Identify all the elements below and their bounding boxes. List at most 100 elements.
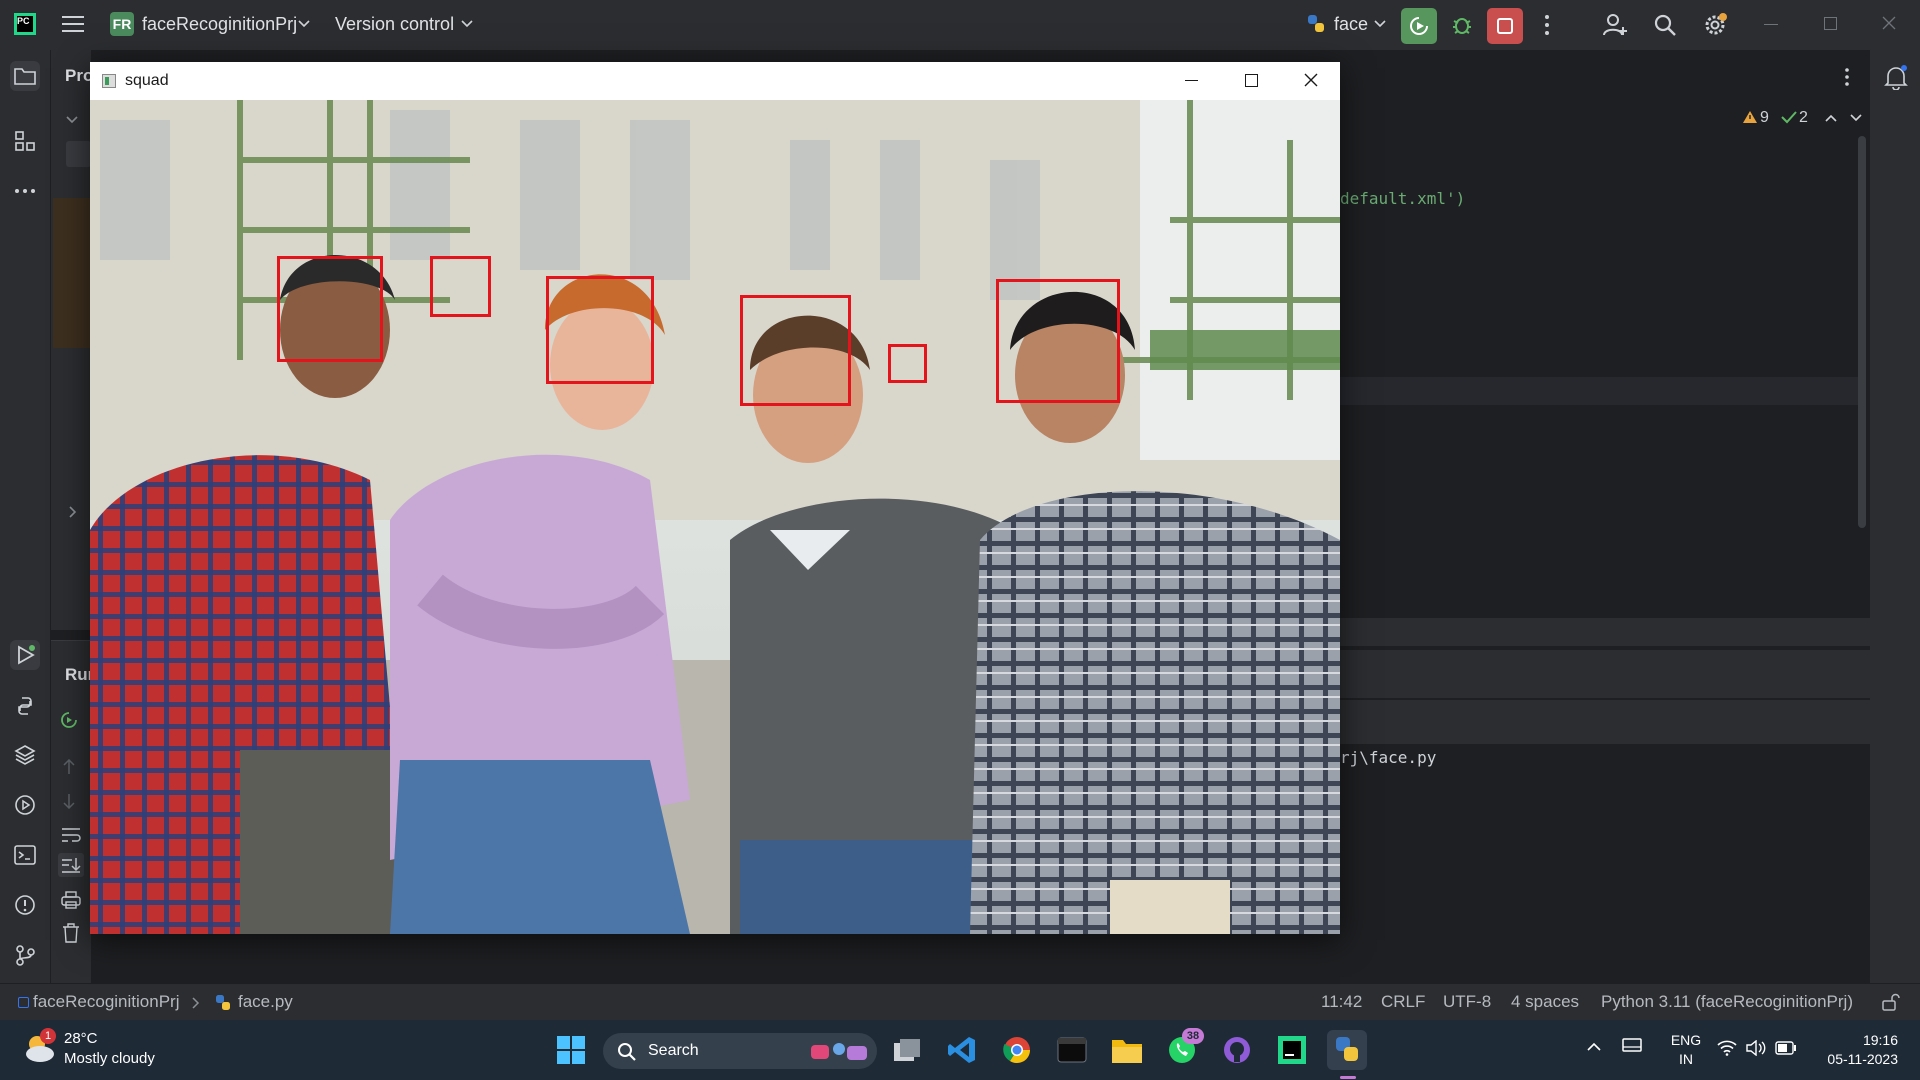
chevron-down-icon[interactable] xyxy=(1850,114,1862,122)
more-tools-icon[interactable] xyxy=(10,176,40,206)
squad-window[interactable]: squad xyxy=(90,62,1340,934)
task-view-icon[interactable] xyxy=(887,1030,927,1070)
chrome-icon[interactable] xyxy=(997,1030,1037,1070)
warning-count[interactable]: 9 xyxy=(1760,109,1769,127)
more-options-icon[interactable] xyxy=(1544,14,1550,36)
vscode-icon[interactable] xyxy=(942,1030,982,1070)
caret-row-highlight xyxy=(1340,377,1860,405)
face-detection-box xyxy=(430,256,491,317)
project-switcher[interactable]: faceRecoginitionPrj xyxy=(142,14,297,35)
clock-date[interactable]: 05-11-2023 xyxy=(1808,1051,1898,1067)
minimize-icon[interactable] xyxy=(1764,24,1778,25)
debug-icon[interactable] xyxy=(1450,13,1474,37)
run-tabs-bar xyxy=(1340,650,1870,698)
indent-setting[interactable]: 4 spaces xyxy=(1511,992,1579,1012)
stop-button[interactable] xyxy=(1487,8,1523,44)
unlock-icon[interactable] xyxy=(1882,993,1900,1011)
minimize-icon[interactable] xyxy=(1185,80,1198,81)
arrow-up-icon[interactable] xyxy=(63,759,75,775)
settings-gear-icon[interactable] xyxy=(1702,12,1728,38)
search-label: Search xyxy=(648,1042,699,1059)
chevron-up-icon[interactable] xyxy=(1825,114,1837,122)
scroll-to-end-icon[interactable] xyxy=(58,853,84,877)
ide-toolbar: PC FR faceRecoginitionPrj Version contro… xyxy=(0,0,1920,50)
file-encoding[interactable]: UTF-8 xyxy=(1443,992,1491,1012)
face-detection-box xyxy=(888,344,927,383)
windows-start-icon[interactable] xyxy=(551,1030,591,1070)
problems-icon[interactable] xyxy=(10,890,40,920)
chevron-down-icon[interactable] xyxy=(461,20,473,28)
wifi-icon[interactable] xyxy=(1717,1040,1737,1056)
check-count[interactable]: 2 xyxy=(1799,109,1808,127)
layers-icon[interactable] xyxy=(10,740,40,770)
structure-icon[interactable] xyxy=(10,126,40,156)
arrow-down-icon[interactable] xyxy=(63,793,75,809)
panel-divider xyxy=(1340,618,1870,646)
windows-taskbar: 1 28°C Mostly cloudy Search 38 ENG IN 19… xyxy=(0,1020,1920,1080)
rerun-button[interactable] xyxy=(1401,8,1437,44)
search-icon[interactable] xyxy=(1653,13,1677,37)
check-icon[interactable] xyxy=(1781,110,1797,124)
github-icon[interactable] xyxy=(1217,1030,1257,1070)
close-icon[interactable] xyxy=(1882,16,1896,30)
services-icon[interactable] xyxy=(10,790,40,820)
code-editor[interactable]: 9 2 default.xml') xyxy=(1340,50,1870,630)
tree-highlight xyxy=(53,198,91,348)
breadcrumb-project[interactable]: faceRecoginitionPrj xyxy=(33,992,179,1012)
run-output-line: rj\face.py xyxy=(1340,748,1437,767)
cursor-position[interactable]: 11:42 xyxy=(1321,992,1362,1012)
notifications-bell-icon[interactable] xyxy=(1884,64,1908,90)
weather-description[interactable]: Mostly cloudy xyxy=(64,1050,155,1067)
code-line: default.xml') xyxy=(1340,189,1466,208)
pycharm-logo-icon[interactable]: PC xyxy=(14,13,36,35)
rerun-icon[interactable] xyxy=(60,711,78,729)
language-region[interactable]: IN xyxy=(1668,1051,1704,1067)
search-icon xyxy=(617,1042,637,1062)
clock-time[interactable]: 19:16 xyxy=(1818,1032,1898,1048)
terminal-app-icon[interactable] xyxy=(1052,1030,1092,1070)
warning-icon[interactable] xyxy=(1742,110,1758,124)
python-console-icon[interactable] xyxy=(10,691,40,721)
print-icon[interactable] xyxy=(61,891,81,909)
tree-row-selected[interactable] xyxy=(66,141,91,167)
display-icon[interactable] xyxy=(1622,1038,1642,1056)
maximize-icon[interactable] xyxy=(1245,74,1258,87)
folder-icon[interactable] xyxy=(10,61,40,91)
chevron-down-icon[interactable] xyxy=(298,20,310,28)
chevron-down-icon[interactable] xyxy=(1374,20,1386,28)
project-badge: FR xyxy=(110,12,134,36)
run-output[interactable]: rj\face.py xyxy=(1340,700,1870,983)
trash-icon[interactable] xyxy=(62,923,80,943)
breadcrumb-file[interactable]: face.py xyxy=(238,992,293,1012)
run-tool-icon[interactable] xyxy=(10,640,40,670)
more-options-icon[interactable] xyxy=(1845,68,1849,86)
weather-temperature[interactable]: 28°C xyxy=(64,1030,98,1047)
soft-wrap-icon[interactable] xyxy=(61,827,81,843)
battery-icon[interactable] xyxy=(1775,1041,1797,1055)
close-icon[interactable] xyxy=(1304,73,1318,87)
taskbar-search-box[interactable]: Search xyxy=(603,1033,877,1069)
run-output-header xyxy=(1340,700,1870,744)
restore-icon[interactable] xyxy=(1824,17,1837,30)
git-icon[interactable] xyxy=(10,940,40,970)
editor-scrollbar[interactable] xyxy=(1858,136,1866,528)
file-explorer-icon[interactable] xyxy=(1107,1030,1147,1070)
chevron-right-icon[interactable] xyxy=(69,506,77,518)
python-app-icon[interactable] xyxy=(1327,1030,1367,1070)
chevron-down-icon[interactable] xyxy=(66,116,78,124)
squad-title-bar[interactable]: squad xyxy=(90,62,1340,100)
face-detection-box xyxy=(996,279,1120,403)
chevron-up-icon[interactable] xyxy=(1587,1042,1601,1051)
python-interpreter[interactable]: Python 3.11 (faceRecoginitionPrj) xyxy=(1601,992,1853,1012)
chevron-right-icon xyxy=(192,997,200,1009)
project-panel: Pro xyxy=(51,50,93,630)
language-code[interactable]: ENG xyxy=(1668,1032,1704,1048)
add-user-icon[interactable] xyxy=(1602,12,1628,38)
line-separator[interactable]: CRLF xyxy=(1381,992,1425,1012)
terminal-icon[interactable] xyxy=(10,840,40,870)
main-menu-icon[interactable] xyxy=(62,14,84,34)
version-control-menu[interactable]: Version control xyxy=(335,14,454,35)
run-configuration-selector[interactable]: face xyxy=(1334,14,1368,35)
volume-icon[interactable] xyxy=(1746,1040,1766,1056)
pycharm-app-icon[interactable] xyxy=(1272,1030,1312,1070)
